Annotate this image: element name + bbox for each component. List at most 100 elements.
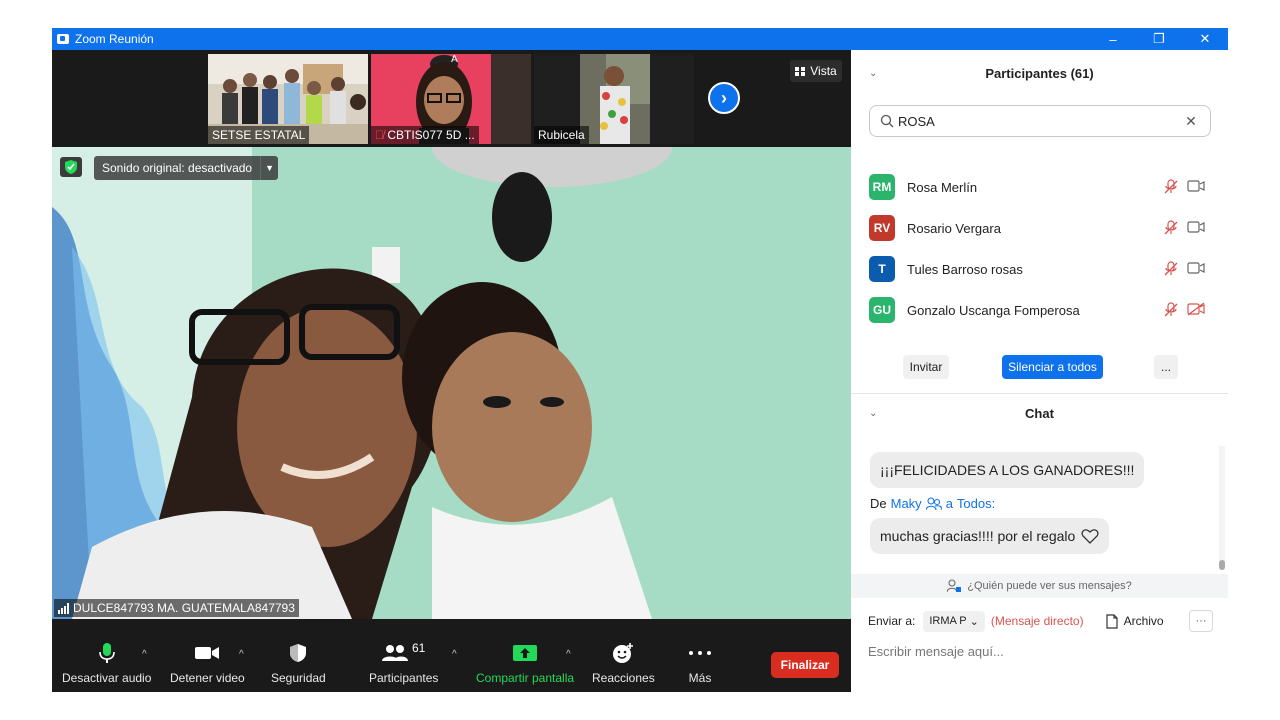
participants-count: 61 [412, 641, 426, 655]
audio-options-caret-icon[interactable]: ^ [142, 649, 147, 660]
recipient-select[interactable]: IRMA P ⌄ [923, 610, 985, 632]
recipient-value: IRMA P [929, 615, 967, 627]
invite-button[interactable]: Invitar [903, 355, 949, 379]
chat-scrollbar[interactable] [1219, 446, 1225, 570]
end-meeting-button[interactable]: Finalizar [771, 652, 839, 678]
stop-video-button[interactable]: Detener video [170, 641, 245, 685]
more-dots-icon [688, 641, 712, 665]
stop-video-label: Detener video [170, 671, 245, 685]
message-sender-line: De Maky a Todos: [870, 496, 995, 511]
mute-all-button[interactable]: Silenciar a todos [1002, 355, 1103, 379]
thumbnail-name-3: Rubicela [534, 126, 589, 144]
video-on-icon[interactable] [1187, 220, 1205, 234]
panel-divider [851, 393, 1228, 394]
who-can-see-label: ¿Quién puede ver sus mensajes? [967, 580, 1132, 592]
clear-search-icon[interactable]: ✕ [1184, 113, 1198, 129]
participant-search-box: ✕ [869, 105, 1211, 137]
participants-header: ⌄ Participantes (61) [851, 61, 1228, 85]
thumbnail-name-2: 🎙̸ CBTIS077 5D ... [371, 126, 479, 144]
video-options-caret-icon[interactable]: ^ [239, 649, 244, 660]
title-bar: Zoom Reunión – ❐ ✕ [52, 28, 1228, 50]
original-sound-caret-icon[interactable]: ▼ [260, 156, 278, 180]
chat-message-input[interactable] [868, 642, 1208, 660]
thumbnail-strip: SETSE ESTATAL A 🎙̸ CBTIS077 5D ... Rubic… [52, 50, 851, 147]
chat-header: ⌄ Chat [851, 401, 1228, 425]
video-on-icon[interactable] [1187, 179, 1205, 193]
to-prefix: a [945, 496, 953, 511]
mute-audio-button[interactable]: Desactivar audio [62, 641, 151, 685]
participants-button[interactable]: 61 Participantes [369, 641, 438, 685]
muted-mic-icon[interactable] [1163, 220, 1179, 236]
muted-mic-icon[interactable] [1163, 179, 1179, 195]
chat-message: ¡¡¡FELICIDADES A LOS GANADORES!!! [870, 452, 1145, 488]
zoom-logo-icon [57, 34, 69, 44]
collapse-participants-chevron-icon[interactable]: ⌄ [869, 68, 877, 79]
window-title: Zoom Reunión [75, 32, 154, 46]
participants-label: Participantes [369, 671, 439, 685]
participant-row[interactable]: T Tules Barroso rosas [869, 255, 1219, 283]
meeting-toolbar: Desactivar audio ^ Detener video ^ Segur… [52, 619, 851, 692]
file-button[interactable]: Archivo [1105, 613, 1164, 629]
heart-icon[interactable] [1081, 528, 1099, 544]
participant-row[interactable]: RM Rosa Merlín [869, 173, 1219, 201]
send-to-row: Enviar a: IRMA P ⌄ (Mensaje directo) Arc… [868, 608, 1218, 634]
file-icon [1105, 613, 1118, 629]
participant-row[interactable]: RV Rosario Vergara [869, 214, 1219, 242]
participants-options-caret-icon[interactable]: ^ [452, 649, 457, 660]
from-prefix: De [870, 496, 887, 511]
zoom-window: Zoom Reunión – ❐ ✕ SETSE ESTATAL A 🎙̸ CB… [52, 28, 1228, 692]
encryption-shield-icon[interactable] [60, 157, 82, 177]
video-camera-icon [194, 641, 220, 665]
participant-name: Gonzalo Uscanga Fomperosa [907, 302, 1080, 318]
close-window-button[interactable]: ✕ [1182, 28, 1228, 50]
share-screen-icon [513, 641, 538, 665]
search-icon [880, 114, 894, 128]
share-options-caret-icon[interactable]: ^ [566, 649, 571, 660]
more-label: Más [688, 671, 712, 685]
video-off-icon[interactable] [1187, 302, 1205, 316]
avatar: RV [869, 215, 895, 241]
svg-text:A: A [451, 54, 458, 65]
thumbnail-video-3[interactable]: Rubicela [534, 54, 694, 144]
thumbnail-video-2[interactable]: A 🎙̸ CBTIS077 5D ... [371, 54, 531, 144]
thumbnail-video-1[interactable]: SETSE ESTATAL [208, 54, 368, 144]
next-page-button[interactable]: › [708, 82, 740, 114]
chat-more-button[interactable]: ··· [1189, 610, 1213, 632]
participant-row[interactable]: GU Gonzalo Uscanga Fomperosa [869, 296, 1219, 324]
participants-more-button[interactable]: ... [1154, 355, 1178, 379]
sender-name[interactable]: Maky [891, 496, 922, 511]
meeting-area: SETSE ESTATAL A 🎙̸ CBTIS077 5D ... Rubic… [52, 50, 851, 692]
more-button[interactable]: Más [688, 641, 712, 685]
share-screen-button[interactable]: Compartir pantalla [476, 641, 574, 685]
reactions-label: Reacciones [592, 671, 655, 685]
direct-message-label: (Mensaje directo) [990, 614, 1084, 628]
who-can-see-messages-link[interactable]: ¿Quién puede ver sus mensajes? [851, 574, 1228, 598]
security-label: Seguridad [271, 671, 326, 685]
muted-mic-icon[interactable] [1163, 261, 1179, 277]
video-on-icon[interactable] [1187, 261, 1205, 275]
mute-audio-label: Desactivar audio [62, 671, 152, 685]
restore-button[interactable]: ❐ [1136, 28, 1182, 50]
minimize-button[interactable]: – [1090, 28, 1136, 50]
avatar: GU [869, 297, 895, 323]
original-sound-toggle[interactable]: Sonido original: desactivado ▼ [94, 156, 279, 180]
reactions-button[interactable]: Reacciones [592, 641, 655, 685]
participant-search-input[interactable] [898, 113, 1184, 129]
scrollbar-thumb[interactable] [1219, 560, 1225, 570]
active-speaker-video: Sonido original: desactivado ▼ DULCE8477… [52, 147, 851, 619]
participants-title: Participantes (61) [985, 65, 1094, 81]
recipient-name[interactable]: Todos: [957, 496, 995, 511]
muted-mic-icon[interactable] [1163, 302, 1179, 318]
participant-name: Rosa Merlín [907, 179, 978, 195]
grid-view-icon [795, 66, 806, 76]
speaker-video-image [52, 147, 851, 619]
collapse-chat-chevron-icon[interactable]: ⌄ [869, 408, 877, 419]
person-lock-icon [947, 579, 962, 593]
chat-message-text: muchas gracias!!!! por el regalo [880, 528, 1076, 544]
participant-name: Tules Barroso rosas [907, 261, 1023, 277]
view-button[interactable]: Vista [790, 60, 842, 82]
chat-message: muchas gracias!!!! por el regalo [870, 518, 1110, 554]
security-button[interactable]: Seguridad [271, 641, 326, 685]
thumbnail-name-1: SETSE ESTATAL [208, 126, 310, 144]
speaker-name-label: DULCE847793 MA. GUATEMALA847793 [54, 599, 299, 617]
